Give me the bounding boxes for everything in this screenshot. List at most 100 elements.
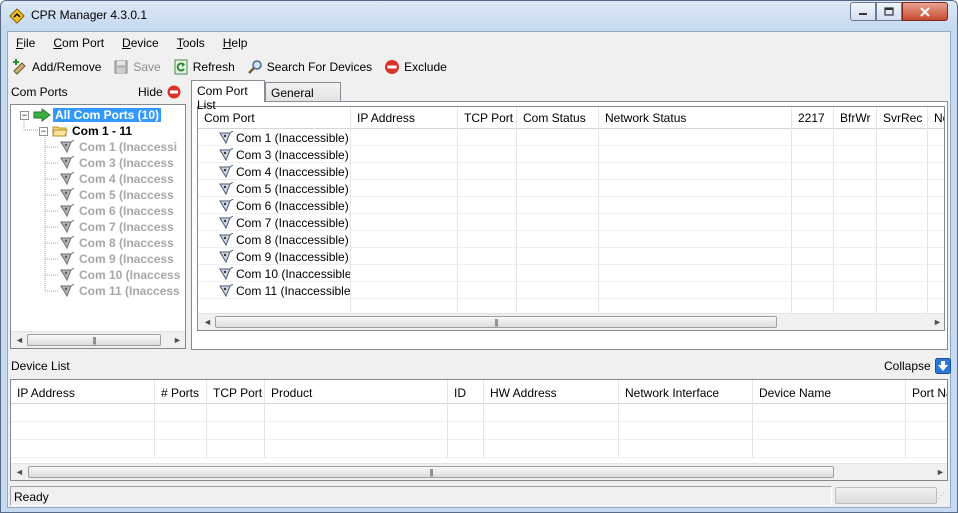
close-button[interactable] — [902, 2, 948, 21]
menu-com-port-label: om Port — [62, 36, 105, 50]
tree-leaf-com-port[interactable]: Com 1 (Inaccessi — [59, 139, 177, 155]
scroll-left-arrow-icon[interactable]: ◄ — [15, 467, 24, 477]
com-port-name: Com 11 (Inaccessible) — [236, 284, 351, 298]
scroll-left-arrow-icon[interactable]: ◄ — [203, 317, 212, 327]
table-row[interactable]: Com 7 (Inaccessible) — [198, 214, 944, 231]
column-header[interactable]: Com Status — [517, 107, 599, 129]
table-row[interactable]: Com 10 (Inaccessible) — [198, 265, 944, 282]
device-grid-horizontal-scrollbar[interactable]: ◄ ||| ► — [11, 463, 947, 480]
column-header[interactable]: SvrRec — [877, 107, 928, 129]
tree-root-all-com-ports[interactable]: − All Com Ports (10) — [20, 107, 162, 123]
column-header[interactable]: Network Status — [599, 107, 792, 129]
table-cell — [351, 146, 458, 163]
column-header[interactable]: Network Interface — [619, 380, 753, 404]
column-header[interactable]: TCP Port — [207, 380, 265, 404]
tab-com-port-list[interactable]: Com Port List — [191, 80, 265, 112]
menu-file[interactable]: File — [16, 36, 35, 50]
table-cell — [458, 265, 517, 282]
scroll-thumb[interactable]: ||| — [28, 466, 834, 478]
menu-help[interactable]: Help — [223, 36, 248, 50]
com-port-plug-icon — [219, 165, 234, 179]
table-row[interactable]: Com 11 (Inaccessible) — [198, 282, 944, 299]
tree-leaf-com-port[interactable]: Com 10 (Inaccess — [59, 267, 180, 283]
scroll-right-arrow-icon[interactable]: ► — [173, 335, 182, 345]
table-row[interactable]: Com 4 (Inaccessible) — [198, 163, 944, 180]
device-list-grid[interactable]: IP Address # Ports TCP Port Product ID HW Add… — [10, 379, 948, 481]
minimize-button[interactable] — [850, 2, 876, 21]
table-row[interactable]: Com 5 (Inaccessible) — [198, 180, 944, 197]
exclude-button[interactable]: Exclude — [384, 59, 447, 75]
table-cell — [265, 440, 448, 458]
column-header[interactable]: TCP Port — [458, 107, 517, 129]
table-cell — [458, 146, 517, 163]
menu-tools[interactable]: Tools — [177, 36, 205, 50]
menu-com-port[interactable]: Com Port — [53, 36, 104, 50]
collapse-button[interactable]: Collapse — [884, 358, 951, 374]
tree-leaf-com-port[interactable]: Com 6 (Inaccess — [59, 203, 174, 219]
table-row[interactable] — [11, 404, 947, 422]
client-area: File Com Port Device Tools Help Add/Remo… — [7, 31, 951, 508]
column-header[interactable]: HW Address — [484, 380, 619, 404]
tree-leaf-com-port[interactable]: Com 9 (Inaccess — [59, 251, 174, 267]
com-ports-tree[interactable]: − All Com Ports (10) − Com 1 - 11 Com 1 … — [10, 104, 186, 349]
search-devices-button[interactable]: Search For Devices — [247, 59, 372, 75]
tree-leaf-com-port[interactable]: Com 4 (Inaccess — [59, 171, 174, 187]
column-header[interactable]: # Ports — [155, 380, 207, 404]
column-header[interactable]: BfrWr — [834, 107, 877, 129]
column-header[interactable]: IP Address — [351, 107, 458, 129]
app-window: CPR Manager 4.3.0.1 File Com Port Device… — [0, 0, 958, 513]
table-row[interactable]: Com 3 (Inaccessible) — [198, 146, 944, 163]
tree-leaf-label: Com 8 (Inaccess — [79, 236, 174, 250]
column-header[interactable]: Device Name — [753, 380, 906, 404]
column-header[interactable]: Port Nar — [906, 380, 947, 404]
column-header[interactable]: Com Port — [198, 107, 351, 129]
scroll-thumb[interactable]: ||| — [215, 316, 777, 328]
table-cell — [458, 248, 517, 265]
scroll-right-arrow-icon[interactable]: ► — [936, 467, 945, 477]
column-header[interactable]: IP Address — [11, 380, 155, 404]
tree-leaf-com-port[interactable]: Com 5 (Inaccess — [59, 187, 174, 203]
table-cell — [834, 282, 877, 299]
com-port-plug-icon — [60, 140, 75, 154]
table-row[interactable]: Com 6 (Inaccessible) — [198, 197, 944, 214]
table-cell — [877, 282, 928, 299]
tree-leaf-com-port[interactable]: Com 3 (Inaccess — [59, 155, 174, 171]
search-icon — [247, 60, 262, 74]
table-row[interactable] — [11, 422, 947, 440]
column-header[interactable]: 2217 — [792, 107, 834, 129]
column-header[interactable]: Product — [265, 380, 448, 404]
add-remove-button[interactable]: Add/Remove — [12, 59, 101, 75]
collapse-toggle-icon[interactable]: − — [20, 110, 29, 120]
hide-panel-button[interactable]: Hide — [138, 85, 181, 99]
com-port-grid[interactable]: Com Port IP Address TCP Port Com Status Netw… — [197, 106, 945, 331]
tab-general-tests[interactable]: General Tests — [265, 82, 341, 114]
tree-leaf-com-port[interactable]: Com 11 (Inaccess — [59, 283, 180, 299]
save-button[interactable]: Save — [113, 59, 161, 75]
table-row[interactable]: Com 1 (Inaccessible) — [198, 129, 944, 146]
scroll-left-arrow-icon[interactable]: ◄ — [15, 335, 24, 345]
collapse-toggle-icon[interactable]: − — [39, 126, 48, 136]
resize-grip-icon[interactable]: ⋰ — [937, 491, 949, 505]
com-port-grid-horizontal-scrollbar[interactable]: ◄ ||| ► — [198, 313, 944, 330]
tree-horizontal-scrollbar[interactable]: ◄ ||| ► — [11, 331, 185, 348]
scroll-thumb[interactable]: ||| — [27, 334, 161, 346]
menu-device[interactable]: Device — [122, 36, 159, 50]
scroll-right-arrow-icon[interactable]: ► — [933, 317, 942, 327]
tree-leaf-com-port[interactable]: Com 7 (Inaccess — [59, 219, 174, 235]
com-port-plug-icon — [219, 216, 234, 230]
table-row[interactable]: Com 9 (Inaccessible) — [198, 248, 944, 265]
column-header[interactable]: ID — [448, 380, 484, 404]
title-bar[interactable]: CPR Manager 4.3.0.1 — [1, 1, 957, 31]
tree-group-com-1-11[interactable]: − Com 1 - 11 — [39, 123, 132, 139]
table-cell — [458, 214, 517, 231]
table-cell — [928, 282, 944, 299]
column-header[interactable]: No — [928, 107, 944, 129]
tree-leaf-com-port[interactable]: Com 8 (Inaccess — [59, 235, 174, 251]
table-cell — [834, 248, 877, 265]
table-cell — [351, 163, 458, 180]
table-row[interactable]: Com 8 (Inaccessible) — [198, 231, 944, 248]
table-row[interactable] — [11, 440, 947, 458]
refresh-button[interactable]: Refresh — [173, 59, 235, 75]
maximize-button[interactable] — [876, 2, 902, 21]
table-cell — [155, 440, 207, 458]
